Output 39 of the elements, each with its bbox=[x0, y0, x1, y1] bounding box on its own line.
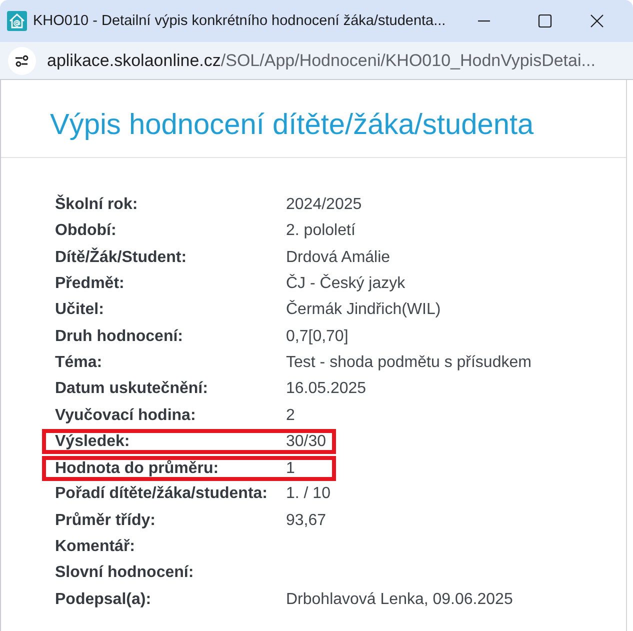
field-label: Komentář: bbox=[55, 538, 136, 556]
field-value: Drdová Amálie bbox=[286, 248, 390, 267]
field-value: 93,67 bbox=[286, 512, 326, 530]
field-value: 2. pololetí bbox=[286, 222, 356, 240]
field-label: Datum uskutečnění: bbox=[55, 380, 208, 398]
site-info-button[interactable] bbox=[8, 46, 36, 74]
field-label: Slovní hodnocení: bbox=[55, 564, 194, 582]
maximize-icon bbox=[538, 14, 552, 28]
field-value: 16.05.2025 bbox=[286, 380, 366, 398]
field-label: Podepsal(a): bbox=[55, 590, 152, 609]
field-label: Předmět: bbox=[55, 275, 124, 294]
field-value: ČJ - Český jazyk bbox=[286, 275, 406, 294]
field-label: Období: bbox=[55, 222, 116, 240]
url-host[interactable]: aplikace.skolaonline.cz bbox=[47, 50, 221, 70]
window-title: KHO010 - Detailní výpis konkrétního hodnocení žáka/studenta... bbox=[33, 13, 447, 29]
field-value: 2 bbox=[286, 406, 295, 425]
field-label: Výsledek: bbox=[55, 433, 130, 452]
url-path[interactable]: /SOL/App/Hodnoceni/KHO010_HodnVypisDetai... bbox=[220, 50, 596, 70]
field-value: 30/30 bbox=[286, 433, 326, 452]
field-label: Pořadí dítěte/žáka/studenta: bbox=[55, 485, 268, 504]
field-value: 1 bbox=[286, 460, 295, 478]
close-icon bbox=[590, 14, 604, 28]
field-value: 0,7[0,70] bbox=[286, 328, 348, 346]
field-label: Druh hodnocení: bbox=[55, 328, 183, 346]
field-value: 1. / 10 bbox=[286, 485, 330, 504]
field-label: Učitel: bbox=[55, 301, 104, 320]
field-value: Čermák Jindřich(WIL) bbox=[286, 301, 441, 320]
page-heading: Výpis hodnocení dítěte/žáka/studenta bbox=[50, 108, 534, 143]
field-value: Drbohlavová Lenka, 09.06.2025 bbox=[286, 590, 513, 609]
field-label: Školní rok: bbox=[55, 196, 138, 214]
field-value: 2024/2025 bbox=[286, 196, 362, 214]
field-label: Průměr třídy: bbox=[55, 512, 156, 530]
field-label: Dítě/Žák/Student: bbox=[55, 248, 187, 267]
house-icon bbox=[7, 11, 27, 31]
field-value: Test - shoda podmětu s přísudkem bbox=[286, 354, 532, 372]
tune-icon bbox=[15, 54, 29, 66]
field-label: Vyučovací hodina: bbox=[55, 406, 196, 425]
field-label: Téma: bbox=[55, 354, 102, 372]
field-label: Hodnota do průměru: bbox=[55, 460, 219, 478]
